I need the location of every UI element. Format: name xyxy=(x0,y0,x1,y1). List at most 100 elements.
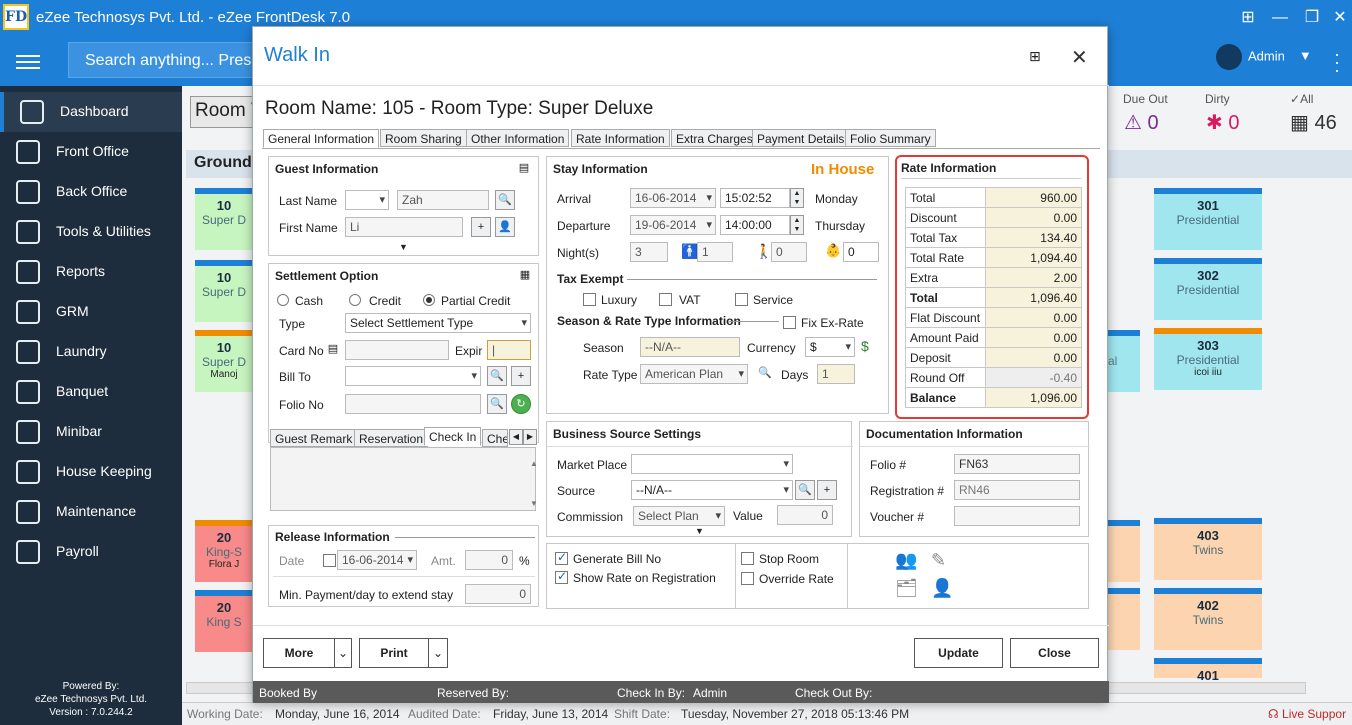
release-amt-input[interactable]: 0 xyxy=(465,550,513,570)
user-menu[interactable]: Admin ▼ xyxy=(1216,44,1312,70)
guest-list-icon[interactable]: 👤 xyxy=(931,578,953,599)
sidebar-item-payroll[interactable]: Payroll xyxy=(0,532,182,572)
departure-time-input[interactable]: 14:00:00 xyxy=(720,215,790,235)
room-tile[interactable]: 401 xyxy=(1154,658,1262,683)
tab-scroll-left-icon[interactable]: ◀ xyxy=(509,429,523,445)
room-tile[interactable]: 403 Twins xyxy=(1154,518,1262,580)
stop-room-checkbox[interactable] xyxy=(741,552,754,565)
sidebar-item-tools-utilities[interactable]: Tools & Utilities xyxy=(0,212,182,252)
search-rate-icon[interactable]: 🔍 xyxy=(755,364,775,384)
edit-document-icon[interactable]: ✎ xyxy=(931,550,946,571)
sidebar-item-dashboard[interactable]: Dashboard xyxy=(0,92,182,132)
days-input[interactable]: 1 xyxy=(817,364,855,384)
close-button[interactable]: Close xyxy=(1010,638,1099,668)
departure-date-input[interactable]: 19-06-2014 xyxy=(630,215,716,235)
first-name-input[interactable]: Li xyxy=(345,217,463,237)
tab-check-out[interactable]: Che xyxy=(482,429,508,447)
add-source-icon[interactable]: + xyxy=(817,480,837,500)
commission-select[interactable]: Select Plan xyxy=(633,506,725,526)
room-tile-partial[interactable] xyxy=(1108,588,1140,650)
last-name-input[interactable]: Zah xyxy=(397,190,489,210)
tab-payment-details[interactable]: Payment Details xyxy=(752,129,850,147)
exchange-rate-icon[interactable]: $ xyxy=(861,338,869,354)
more-dropdown-icon[interactable]: ⌄ xyxy=(334,638,352,668)
tab-guest-remark[interactable]: Guest Remark xyxy=(270,429,358,447)
sidebar-item-house-keeping[interactable]: House Keeping xyxy=(0,452,182,492)
partial-credit-radio[interactable] xyxy=(423,294,435,306)
scroll-up-icon[interactable]: ▲ xyxy=(530,459,538,468)
bill-to-select[interactable] xyxy=(345,366,481,386)
more-vertical-icon[interactable]: · · · xyxy=(1334,45,1340,79)
value-input[interactable]: 0 xyxy=(777,505,833,525)
dirty-count[interactable]: ✱ 0 xyxy=(1206,110,1239,135)
luxury-checkbox[interactable] xyxy=(583,293,596,306)
minimize-button[interactable]: — xyxy=(1268,6,1292,30)
remark-textarea[interactable] xyxy=(270,447,536,511)
menu-icon[interactable] xyxy=(16,55,40,69)
room-tile[interactable]: 20 King S xyxy=(195,590,253,652)
id-card-icon[interactable]: ▤ xyxy=(514,159,534,179)
title-select[interactable] xyxy=(345,190,389,210)
card-icon[interactable]: ▦ xyxy=(515,266,535,286)
nights-input[interactable]: 3 xyxy=(630,242,668,262)
tab-scroll-right-icon[interactable]: ▶ xyxy=(523,429,537,445)
room-tile[interactable]: 20 King-S Flora J xyxy=(195,520,253,582)
settlement-type-select[interactable]: Select Settlement Type xyxy=(345,313,531,333)
group-guests-icon[interactable]: 👥 xyxy=(895,550,917,571)
season-input[interactable]: --N/A-- xyxy=(640,337,740,357)
room-tile[interactable]: 10 Super D xyxy=(195,188,253,250)
folio-no-input[interactable] xyxy=(345,394,481,414)
tab-rate-information[interactable]: Rate Information xyxy=(571,129,670,147)
translate-icon[interactable]: ⊞ xyxy=(1236,6,1260,30)
release-date-checkbox[interactable] xyxy=(323,554,336,567)
sidebar-item-maintenance[interactable]: Maintenance xyxy=(0,492,182,532)
search-folio-icon[interactable]: 🔍 xyxy=(487,394,507,414)
tab-folio-summary[interactable]: Folio Summary xyxy=(845,129,936,147)
print-dropdown-icon[interactable]: ⌄ xyxy=(428,638,448,668)
more-button[interactable]: More xyxy=(263,638,335,668)
arrival-time-spinner[interactable]: ▲ ▼ xyxy=(790,188,804,208)
card-no-input[interactable] xyxy=(345,340,449,360)
print-button[interactable]: Print xyxy=(359,638,429,668)
guest-profile-icon[interactable]: 👤 xyxy=(495,217,515,237)
show-rate-checkbox[interactable] xyxy=(555,569,568,584)
departure-time-spinner[interactable]: ▲ ▼ xyxy=(790,215,804,235)
live-support-link[interactable]: ☊ Live Suppor xyxy=(1268,707,1346,721)
children-input[interactable]: 0 xyxy=(771,242,807,262)
all-count[interactable]: ▦ 46 xyxy=(1290,110,1337,135)
expiry-input[interactable]: | xyxy=(487,340,531,360)
tab-extra-charges[interactable]: Extra Charges xyxy=(671,129,758,147)
release-date-input[interactable]: 16-06-2014 xyxy=(337,550,417,570)
sidebar-item-back-office[interactable]: Back Office xyxy=(0,172,182,212)
sidebar-item-banquet[interactable]: Banquet xyxy=(0,372,182,412)
sidebar-item-minibar[interactable]: Minibar xyxy=(0,412,182,452)
currency-select[interactable]: $ xyxy=(805,337,855,357)
arrival-time-input[interactable]: 15:02:52 xyxy=(720,188,790,208)
due-out-count[interactable]: ⚠ 0 xyxy=(1124,110,1159,135)
room-tile[interactable]: 303 Presidential icoi iiu xyxy=(1154,328,1262,390)
card-scan-icon[interactable]: ▤ xyxy=(323,340,343,360)
room-tile[interactable]: 402 Twins xyxy=(1154,588,1262,650)
sidebar-item-grm[interactable]: GRM xyxy=(0,292,182,332)
add-icon[interactable]: + xyxy=(471,217,491,237)
expand-arrow-icon[interactable]: ▼ xyxy=(695,526,704,536)
room-tile[interactable]: 302 Presidential xyxy=(1154,258,1262,320)
rate-type-select[interactable]: American Plan xyxy=(640,364,748,384)
translate-icon[interactable]: ⊞ xyxy=(1029,48,1041,65)
arrival-date-input[interactable]: 16-06-2014 xyxy=(630,188,716,208)
room-tile-partial[interactable] xyxy=(1108,520,1140,582)
guest-folder-icon[interactable]: 🗂 xyxy=(895,578,918,599)
restore-button[interactable]: ❐ xyxy=(1300,6,1324,30)
scroll-down-icon[interactable]: ▼ xyxy=(530,499,538,508)
tab-check-in[interactable]: Check In xyxy=(424,427,482,446)
tab-other-information[interactable]: Other Information xyxy=(466,129,570,147)
search-company-icon[interactable]: 🔍 xyxy=(487,366,507,386)
expand-arrow-icon[interactable]: ▼ xyxy=(399,242,408,252)
generate-bill-checkbox[interactable] xyxy=(555,550,568,565)
min-payment-input[interactable]: 0 xyxy=(465,584,531,604)
update-button[interactable]: Update xyxy=(914,638,1003,668)
adults-input[interactable]: 1 xyxy=(697,242,733,262)
search-guest-icon[interactable]: 🔍 xyxy=(495,190,515,210)
search-source-icon[interactable]: 🔍 xyxy=(795,480,815,500)
infants-input[interactable]: 0 xyxy=(843,242,879,262)
